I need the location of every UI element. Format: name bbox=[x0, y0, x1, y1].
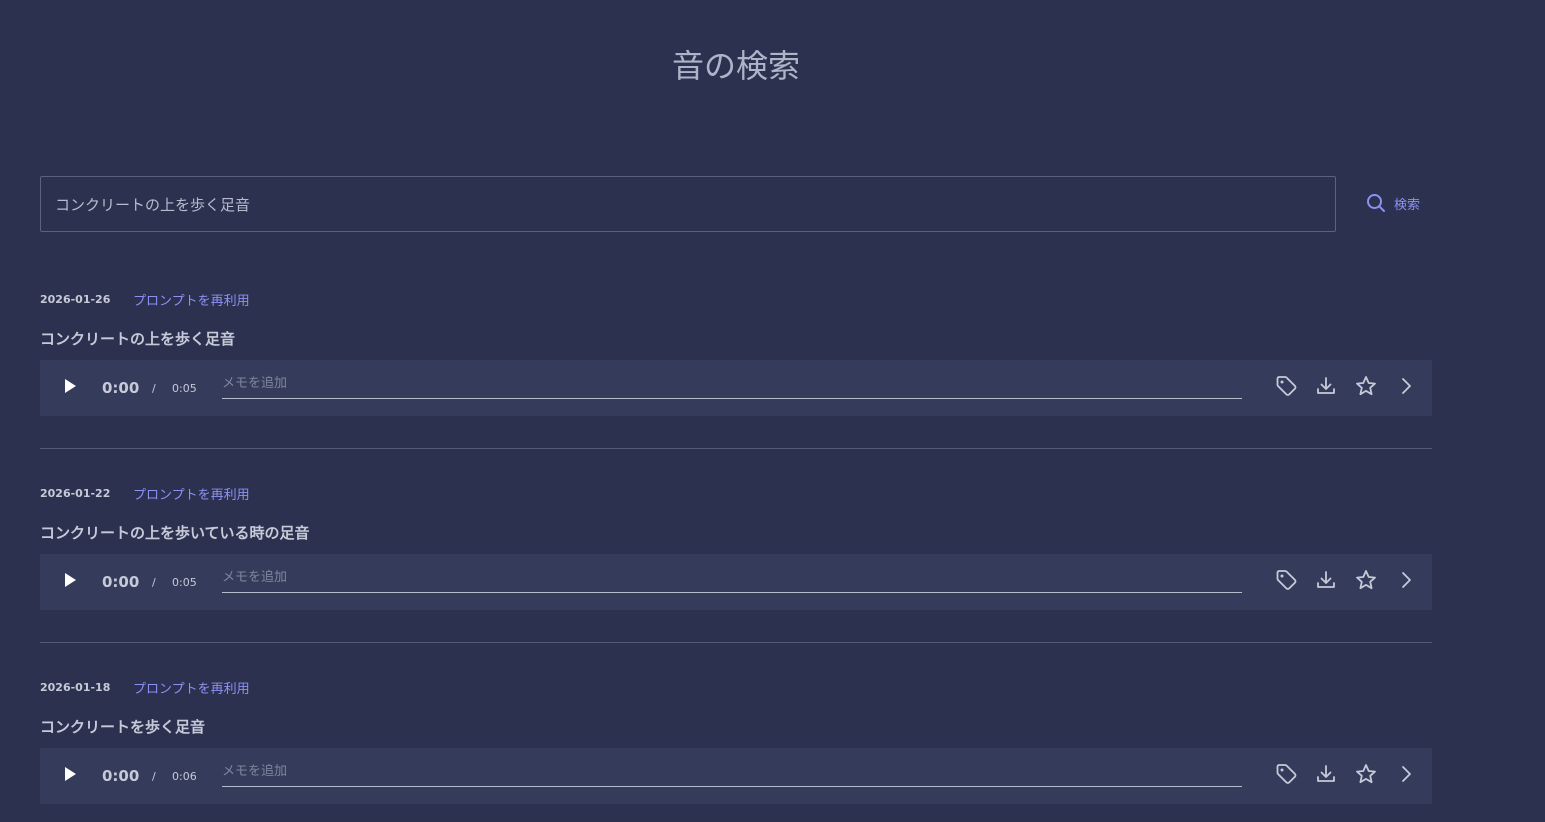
search-button-label: 検索 bbox=[1394, 197, 1421, 213]
result-title: コンクリートの上を歩く足音 bbox=[40, 330, 236, 348]
details-button[interactable] bbox=[1386, 756, 1426, 796]
audio-player: 0:00 / 0:05 bbox=[40, 360, 1432, 416]
download-button[interactable] bbox=[1306, 756, 1346, 796]
reuse-prompt-link[interactable]: プロンプトを再利用 bbox=[133, 484, 250, 503]
favorite-button[interactable] bbox=[1346, 756, 1386, 796]
download-icon bbox=[1315, 569, 1337, 595]
tag-icon bbox=[1275, 569, 1297, 595]
result-item: 2026-01-22 プロンプトを再利用 コンクリートの上を歩いている時の足音 … bbox=[40, 474, 1432, 643]
divider bbox=[40, 448, 1432, 449]
tag-icon bbox=[1275, 763, 1297, 789]
reuse-prompt-link[interactable]: プロンプトを再利用 bbox=[133, 678, 250, 697]
player-actions bbox=[1266, 368, 1426, 408]
play-button[interactable] bbox=[42, 554, 98, 610]
search-icon bbox=[1366, 193, 1386, 213]
play-icon bbox=[63, 766, 77, 786]
time-separator: / bbox=[152, 769, 156, 783]
result-title: コンクリートを歩く足音 bbox=[40, 718, 206, 736]
tag-icon bbox=[1275, 375, 1297, 401]
audio-player: 0:00 / 0:05 bbox=[40, 554, 1432, 610]
play-button[interactable] bbox=[42, 748, 98, 804]
tag-button[interactable] bbox=[1266, 562, 1306, 602]
search-button[interactable]: 検索 bbox=[1360, 186, 1426, 220]
duration: 0:05 bbox=[172, 381, 197, 395]
audio-player: 0:00 / 0:06 bbox=[40, 748, 1432, 804]
download-button[interactable] bbox=[1306, 562, 1346, 602]
memo-input[interactable] bbox=[222, 369, 1242, 399]
player-actions bbox=[1266, 562, 1426, 602]
tag-button[interactable] bbox=[1266, 368, 1306, 408]
tag-button[interactable] bbox=[1266, 756, 1306, 796]
duration: 0:06 bbox=[172, 769, 197, 783]
search-box bbox=[40, 176, 1336, 232]
time-separator: / bbox=[152, 381, 156, 395]
result-item: 2026-01-26 プロンプトを再利用 コンクリートの上を歩く足音 0:00 … bbox=[40, 280, 1432, 449]
result-title: コンクリートの上を歩いている時の足音 bbox=[40, 524, 310, 542]
play-button[interactable] bbox=[42, 360, 98, 416]
chevron-right-icon bbox=[1395, 763, 1417, 789]
divider bbox=[40, 642, 1432, 643]
result-meta: 2026-01-26 プロンプトを再利用 bbox=[40, 290, 250, 309]
result-meta: 2026-01-18 プロンプトを再利用 bbox=[40, 678, 250, 697]
result-meta: 2026-01-22 プロンプトを再利用 bbox=[40, 484, 250, 503]
download-icon bbox=[1315, 375, 1337, 401]
duration: 0:05 bbox=[172, 575, 197, 589]
page-title: 音の検索 bbox=[671, 47, 800, 85]
result-date: 2026-01-22 bbox=[40, 487, 111, 500]
favorite-button[interactable] bbox=[1346, 368, 1386, 408]
memo-input[interactable] bbox=[222, 563, 1242, 593]
star-icon bbox=[1355, 375, 1377, 401]
result-date: 2026-01-18 bbox=[40, 681, 111, 694]
chevron-right-icon bbox=[1395, 375, 1417, 401]
details-button[interactable] bbox=[1386, 368, 1426, 408]
current-time: 0:00 bbox=[102, 379, 140, 397]
player-actions bbox=[1266, 756, 1426, 796]
page: 音の検索 検索 2026-01-26 プロンプトを再利用 コンクリートの上を歩く… bbox=[0, 0, 1545, 822]
download-button[interactable] bbox=[1306, 368, 1346, 408]
search-input[interactable] bbox=[41, 177, 1335, 231]
memo-input[interactable] bbox=[222, 757, 1242, 787]
reuse-prompt-link[interactable]: プロンプトを再利用 bbox=[133, 290, 250, 309]
time-separator: / bbox=[152, 575, 156, 589]
favorite-button[interactable] bbox=[1346, 562, 1386, 602]
details-button[interactable] bbox=[1386, 562, 1426, 602]
current-time: 0:00 bbox=[102, 573, 140, 591]
play-icon bbox=[63, 378, 77, 398]
current-time: 0:00 bbox=[102, 767, 140, 785]
play-icon bbox=[63, 572, 77, 592]
results-list: 2026-01-26 プロンプトを再利用 コンクリートの上を歩く足音 0:00 … bbox=[40, 280, 1432, 822]
result-item: 2026-01-18 プロンプトを再利用 コンクリートを歩く足音 0:00 / … bbox=[40, 668, 1432, 822]
star-icon bbox=[1355, 763, 1377, 789]
star-icon bbox=[1355, 569, 1377, 595]
chevron-right-icon bbox=[1395, 569, 1417, 595]
download-icon bbox=[1315, 763, 1337, 789]
result-date: 2026-01-26 bbox=[40, 293, 111, 306]
